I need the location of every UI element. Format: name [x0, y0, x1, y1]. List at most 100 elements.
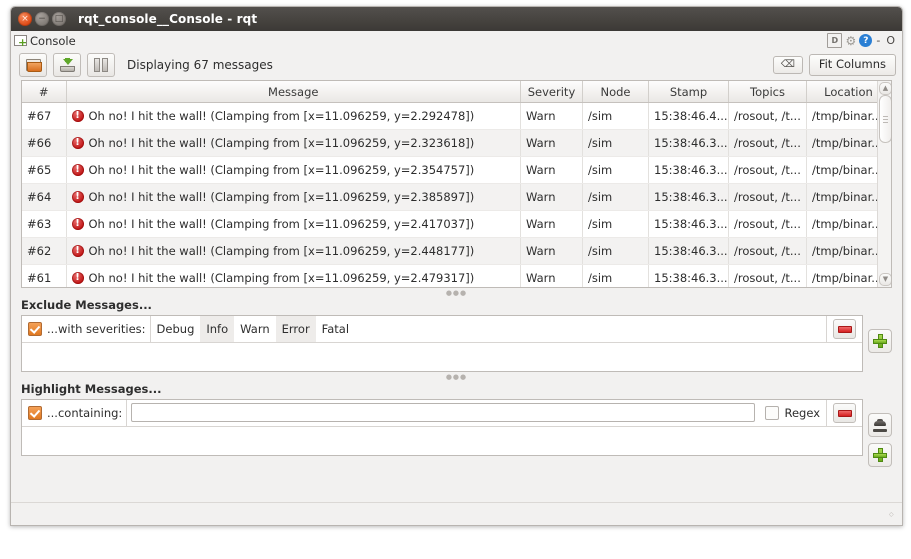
severity-option-error[interactable]: Error [275, 316, 316, 342]
console-toolbar: Displaying 67 messages ⌫ Fit Columns [11, 50, 902, 80]
table-row[interactable]: #66 Oh no! I hit the wall! (Clamping fro… [22, 129, 891, 157]
cell-num: #65 [22, 156, 67, 184]
settings-gear-icon[interactable]: ⚙ [844, 34, 857, 48]
severity-options[interactable]: Debug Info Warn Error Fatal [151, 316, 826, 342]
exclude-filter-block: ...with severities: Debug Info Warn Erro… [21, 315, 892, 372]
exclude-filter-empty-area[interactable] [22, 343, 862, 371]
fit-columns-button[interactable]: Fit Columns [808, 54, 896, 76]
highlight-text-input[interactable] [131, 403, 756, 422]
exclude-section-title: Exclude Messages... [21, 298, 152, 312]
save-log-button[interactable] [53, 53, 81, 77]
cell-num: #64 [22, 183, 67, 211]
cell-severity: Warn [520, 237, 583, 265]
table-row[interactable]: #65 Oh no! I hit the wall! (Clamping fro… [22, 156, 891, 184]
dock-minimize-icon[interactable]: - [874, 34, 882, 47]
scroll-down-arrow[interactable]: ▼ [879, 273, 891, 286]
cell-message: Oh no! I hit the wall! (Clamping from [x… [66, 129, 521, 157]
highlight-filter-block: ...containing: Regex [21, 399, 892, 467]
dock-title-group: + Console [14, 34, 76, 48]
table-row[interactable]: #63 Oh no! I hit the wall! (Clamping fro… [22, 210, 891, 238]
cell-message: Oh no! I hit the wall! (Clamping from [x… [66, 237, 521, 265]
column-header-stamp[interactable]: Stamp [648, 81, 729, 103]
regex-option[interactable]: Regex [759, 400, 826, 426]
highlight-containing-filter-row[interactable]: ...containing: Regex [22, 400, 862, 427]
splitter-handle-bottom[interactable]: ●●● [11, 372, 902, 382]
exclude-severity-label-cell: ...with severities: [22, 316, 151, 342]
scrollbar-grip [883, 114, 888, 125]
cell-message: Oh no! I hit the wall! (Clamping from [x… [66, 102, 521, 130]
console-widget-icon: + [14, 34, 28, 48]
cell-num: #61 [22, 264, 67, 287]
splitter-handle-top[interactable]: ●●● [11, 288, 902, 298]
column-header-topics[interactable]: Topics [728, 81, 807, 103]
cell-severity: Warn [520, 264, 583, 287]
highlight-brush-button[interactable] [868, 413, 892, 437]
cell-stamp: 15:38:46.3... [648, 129, 729, 157]
cell-severity: Warn [520, 183, 583, 211]
add-highlight-filter-button[interactable] [868, 443, 892, 467]
remove-exclude-filter-button[interactable] [833, 319, 856, 339]
cell-severity: Warn [520, 129, 583, 157]
error-icon [71, 190, 84, 203]
table-row[interactable]: #62 Oh no! I hit the wall! (Clamping fro… [22, 237, 891, 265]
scroll-up-arrow[interactable]: ▲ [879, 82, 891, 95]
severity-option-warn[interactable]: Warn [234, 316, 276, 342]
table-row[interactable]: #67 Oh no! I hit the wall! (Clamping fro… [22, 102, 891, 130]
highlight-section-title: Highlight Messages... [21, 382, 162, 396]
exclude-side-buttons [868, 315, 892, 353]
column-header-severity[interactable]: Severity [520, 81, 583, 103]
cell-severity: Warn [520, 156, 583, 184]
highlight-filter-checkbox[interactable] [28, 406, 42, 420]
regex-label: Regex [784, 406, 820, 420]
cell-node: /sim [582, 156, 649, 184]
exclude-filter-checkbox[interactable] [28, 322, 42, 336]
highlight-filter-empty-area[interactable] [22, 427, 862, 455]
scrollbar-thumb[interactable] [879, 95, 891, 143]
exclude-remove-cell [826, 316, 862, 342]
cell-message: Oh no! I hit the wall! (Clamping from [x… [66, 264, 521, 287]
table-vertical-scrollbar[interactable]: ▲ ▼ [877, 81, 891, 287]
status-bar: ◇ [11, 502, 902, 525]
regex-checkbox[interactable] [765, 406, 780, 420]
column-header-node[interactable]: Node [582, 81, 649, 103]
dock-close-icon[interactable]: O [884, 34, 897, 47]
window-minimize-button[interactable]: − [35, 12, 49, 26]
column-header-message[interactable]: Message [66, 81, 521, 103]
severity-option-info[interactable]: Info [200, 316, 235, 342]
table-row[interactable]: #61 Oh no! I hit the wall! (Clamping fro… [22, 264, 891, 287]
window-close-button[interactable]: × [18, 12, 32, 26]
pause-button[interactable] [87, 53, 115, 77]
open-folder-icon [25, 59, 42, 72]
cell-stamp: 15:38:46.3... [648, 183, 729, 211]
error-icon [71, 136, 84, 149]
table-row[interactable]: #64 Oh no! I hit the wall! (Clamping fro… [22, 183, 891, 211]
exclude-severity-filter-row[interactable]: ...with severities: Debug Info Warn Erro… [22, 316, 862, 343]
severity-option-debug[interactable]: Debug [151, 316, 201, 342]
window-maximize-button[interactable]: □ [52, 12, 66, 26]
add-exclude-filter-button[interactable] [868, 329, 892, 353]
cell-topics: /rosout, /t... [728, 237, 807, 265]
cell-stamp: 15:38:46.3... [648, 264, 729, 287]
error-icon [71, 109, 84, 122]
toolbar-right-group: ⌫ Fit Columns [772, 54, 896, 76]
highlight-brush-icon [873, 418, 887, 432]
column-header-num[interactable]: # [22, 81, 67, 103]
pause-icon [94, 58, 108, 72]
rqt-console-window: × − □ rqt_console__Console - rqt + Conso… [10, 6, 903, 526]
message-table[interactable]: # Message Severity Node Stamp Topics Loc… [21, 80, 892, 288]
open-log-button[interactable] [19, 53, 47, 77]
cell-topics: /rosout, /t... [728, 264, 807, 287]
cell-topics: /rosout, /t... [728, 129, 807, 157]
help-icon[interactable]: ? [859, 34, 873, 47]
remove-highlight-filter-button[interactable] [833, 403, 856, 423]
cell-message: Oh no! I hit the wall! (Clamping from [x… [66, 183, 521, 211]
resize-grip[interactable]: ◇ [889, 512, 899, 523]
cell-stamp: 15:38:46.3... [648, 210, 729, 238]
severity-option-fatal[interactable]: Fatal [316, 316, 355, 342]
error-icon [71, 163, 84, 176]
undock-icon[interactable]: D [827, 33, 843, 48]
clear-messages-button[interactable]: ⌫ [772, 56, 803, 74]
cell-node: /sim [582, 102, 649, 130]
screenshot-root: × − □ rqt_console__Console - rqt + Conso… [0, 0, 911, 559]
window-titlebar[interactable]: × − □ rqt_console__Console - rqt [11, 7, 902, 31]
